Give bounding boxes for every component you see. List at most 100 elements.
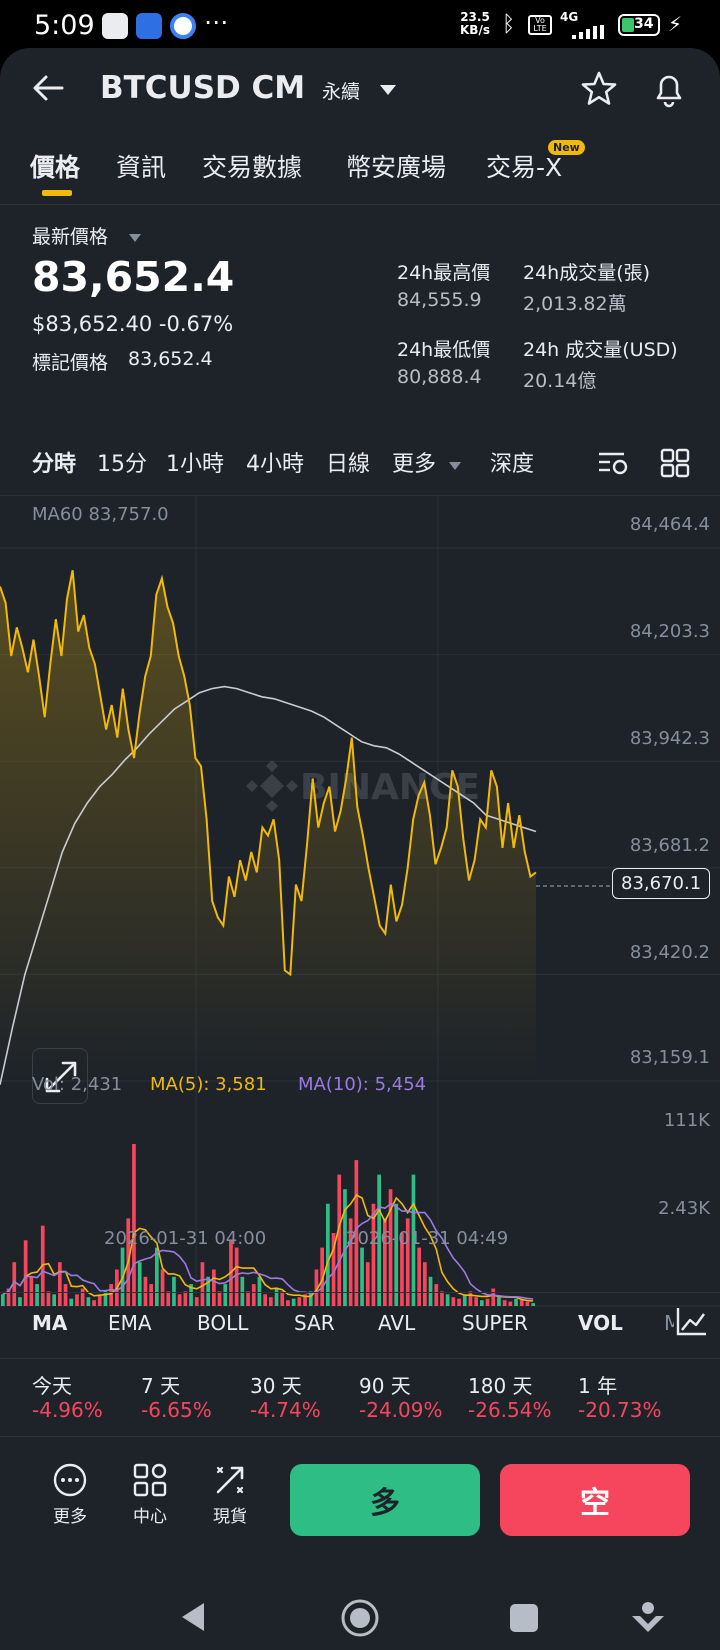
app-notification-icon: [136, 13, 162, 39]
volume-bar: [75, 1294, 79, 1306]
perf-value: -24.09%: [359, 1398, 443, 1422]
tf-15m[interactable]: 15分: [97, 446, 147, 478]
volume-bar: [531, 1303, 535, 1306]
volume-bar: [109, 1284, 113, 1306]
usd-price-change: $83,652.40 -0.67%: [32, 312, 234, 336]
perf-value: -4.96%: [32, 1398, 103, 1422]
volume-bar: [451, 1297, 456, 1306]
tf-time-sharing[interactable]: 分時: [32, 446, 76, 478]
volume-bar: [103, 1291, 108, 1306]
tf-1h[interactable]: 1小時: [166, 446, 224, 478]
signal-icon: [562, 24, 610, 43]
volume-bar: [200, 1262, 205, 1306]
indicator-avl[interactable]: AVL: [378, 1311, 415, 1335]
nav-home-icon[interactable]: [340, 1598, 380, 1638]
contract-type[interactable]: 永續: [322, 77, 360, 104]
active-tab-indicator: [42, 190, 72, 196]
spot-label: 現貨: [213, 1507, 247, 1527]
volume-bar: [246, 1291, 250, 1306]
indicator-super[interactable]: SUPER: [462, 1311, 528, 1335]
volume-bar: [183, 1291, 188, 1306]
status-bar: 5:09 ⋯ 23.5 KB/s ᛒ Vo LTE 4G 34 ⚡: [0, 0, 720, 50]
divider: [0, 1292, 720, 1293]
volume-bar: [360, 1247, 364, 1306]
divider: [0, 1436, 720, 1437]
back-button[interactable]: [30, 70, 66, 110]
short-button[interactable]: 空: [500, 1464, 690, 1536]
volume-bar: [217, 1291, 222, 1306]
volume-bar: [337, 1174, 342, 1306]
nav-back-icon[interactable]: [178, 1600, 208, 1634]
indicator-ma[interactable]: MA: [32, 1311, 67, 1335]
y-tick: 83,420.2: [629, 942, 710, 963]
volume-bar: [177, 1294, 182, 1306]
vol-24h-value: 2,013.82萬: [523, 293, 627, 315]
vol-24h-label: 24h成交量(張): [523, 262, 651, 284]
volume-bar: [280, 1291, 285, 1306]
indicator-vol[interactable]: VOL: [578, 1311, 623, 1335]
tf-4h[interactable]: 4小時: [246, 446, 304, 478]
vol-ma5-label: MA(5): 3,581: [150, 1074, 267, 1095]
favorite-star-icon[interactable]: [580, 70, 618, 112]
price-type-dropdown-icon[interactable]: [128, 228, 142, 247]
indicator-more[interactable]: M: [664, 1311, 674, 1335]
more-notifications-icon: ⋯: [204, 8, 228, 36]
nav-recents-icon[interactable]: [508, 1602, 540, 1634]
more-button[interactable]: 更多: [48, 1462, 92, 1534]
volume-bar: [251, 1284, 256, 1306]
low-24h-value: 80,888.4: [397, 366, 482, 388]
volume-bar: [149, 1284, 153, 1306]
volume-bar: [423, 1262, 427, 1306]
volume-bar: [46, 1291, 51, 1306]
long-button[interactable]: 多: [290, 1464, 480, 1536]
volume-bar: [166, 1291, 171, 1306]
volume-bar: [86, 1297, 91, 1306]
status-time: 5:09: [34, 10, 95, 41]
layout-grid-icon[interactable]: [660, 448, 690, 482]
indicator-boll[interactable]: BOLL: [197, 1311, 248, 1335]
nav-assistant-icon[interactable]: [628, 1600, 668, 1636]
tab-price[interactable]: 價格: [30, 148, 80, 184]
tf-more-dropdown-icon[interactable]: [448, 456, 462, 475]
chart-settings-icon[interactable]: [596, 448, 630, 482]
symbol-title[interactable]: BTCUSD CM: [100, 70, 305, 106]
volume-bar: [480, 1300, 484, 1306]
perf-value: -6.65%: [141, 1398, 212, 1422]
volte-icon: Vo LTE: [528, 15, 552, 35]
indicator-sar[interactable]: SAR: [294, 1311, 335, 1335]
ma60-label: MA60 83,757.0: [32, 504, 169, 525]
volume-bar: [18, 1297, 22, 1306]
volume-bar: [63, 1284, 68, 1306]
high-24h-label: 24h最高價: [397, 262, 491, 284]
center-label: 中心: [133, 1507, 167, 1527]
vol-ma10-line: [2, 1202, 534, 1300]
indicator-settings-icon[interactable]: [674, 1306, 708, 1342]
spot-button[interactable]: 現貨: [208, 1462, 252, 1534]
tf-more[interactable]: 更多: [392, 446, 436, 478]
indicator-ema[interactable]: EMA: [108, 1311, 152, 1335]
perf-label: 今天: [32, 1374, 72, 1398]
tf-depth[interactable]: 深度: [490, 446, 534, 478]
latest-price-label[interactable]: 最新價格: [32, 222, 108, 249]
price-chart[interactable]: BINANCE: [0, 496, 720, 1328]
app-screen: BTCUSD CM 永續 價格 資訊 交易數據 幣安廣場 交易-X New 最新…: [0, 48, 720, 1578]
system-nav-bar: [0, 1578, 720, 1650]
tab-binance-square[interactable]: 幣安廣場: [346, 148, 446, 184]
center-button[interactable]: 中心: [128, 1462, 172, 1534]
perf-label: 1 年: [578, 1374, 618, 1398]
tab-trading-data[interactable]: 交易數據: [202, 148, 302, 184]
volume-bar: [519, 1300, 524, 1306]
low-24h-label: 24h最低價: [397, 339, 491, 361]
volume-bar: [1, 1294, 5, 1306]
volume-bar: [194, 1297, 199, 1306]
volume-bars: [1, 1144, 535, 1306]
tf-daily[interactable]: 日線: [326, 446, 370, 478]
price-area-fill: [0, 570, 536, 1081]
price-alert-bell-icon[interactable]: [650, 70, 688, 112]
volume-bar: [514, 1298, 518, 1306]
symbol-dropdown-icon[interactable]: [378, 82, 398, 101]
volume-bar: [291, 1298, 296, 1306]
tabs-divider: [0, 204, 720, 205]
tab-info[interactable]: 資訊: [116, 148, 166, 184]
perf-value: -26.54%: [468, 1398, 552, 1422]
